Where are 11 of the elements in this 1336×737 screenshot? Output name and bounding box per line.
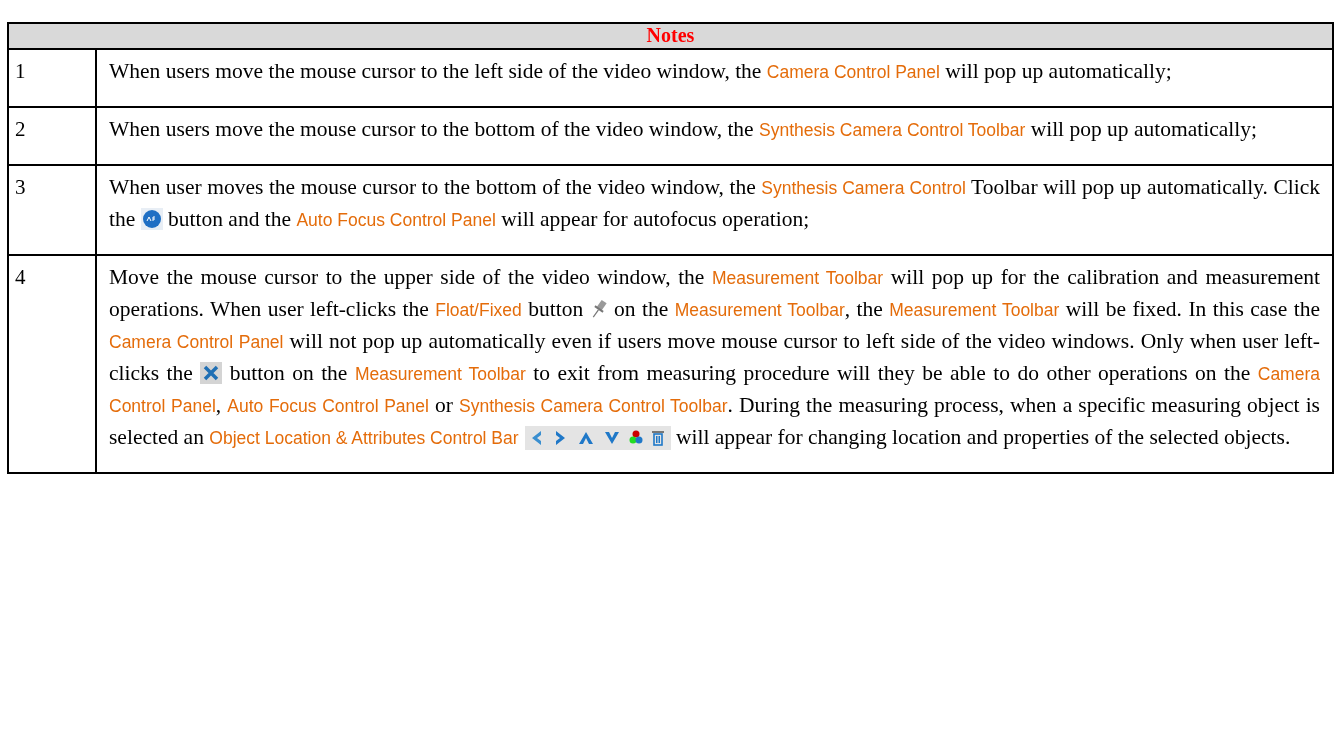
autofocus-icon — [140, 208, 163, 230]
row-number: 4 — [15, 265, 26, 289]
row-number: 3 — [15, 175, 26, 199]
close-icon — [200, 362, 223, 384]
note-text: Move the mouse cursor to the upper side of the video window, the Measurement Toolbar will pop up for the calibration and measurement operations. When user left-clicks the Float/Fixed button on the Measurement Toolbar, the Measurement Toolbar will be fixed. In this case the Camera Control Panel will not pop up automatically even if users move mouse cursor to left side of the video windows. Only when user left-clicks the button on the Measurement Toolbar to exit from measuring procedure will they be able to do other operations on the Camera Control Panel, Auto Focus Control Panel or Synthesis Camera Control Toolbar. During the measuring process, when a specific measuring object is selected an Object Location & Attributes Control Bar will appear for changing location and properties of the selected objects. — [109, 264, 1320, 452]
note-text: When users move the mouse cursor to the bottom of the video window, the Synthesis Camera Control Toolbar will pop up automatically; — [109, 116, 1258, 143]
row-number: 1 — [15, 59, 26, 83]
note-text: When user moves the mouse cursor to the bottom of the video window, the Synthesis Camera Control Toolbar will pop up automatically. Click the button and the Auto Focus Control Panel will appear for autofocus operation; — [109, 174, 1320, 233]
row-number: 2 — [15, 117, 26, 141]
note-text: When users move the mouse cursor to the left side of the video window, the Camera Control Panel will pop up automatically; — [109, 58, 1173, 85]
table-heading: Notes — [8, 23, 1333, 49]
